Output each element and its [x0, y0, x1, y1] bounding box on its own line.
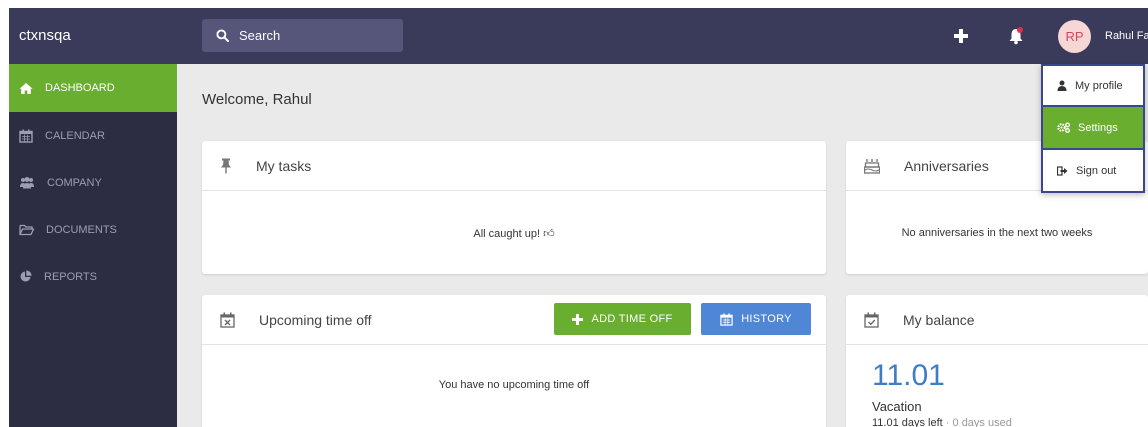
days-used: 0 days used [952, 417, 1012, 427]
add-button[interactable] [950, 25, 972, 47]
user-name[interactable]: Rahul Fa [1105, 8, 1148, 64]
pin-icon [221, 158, 231, 173]
balance-details: 11.01 days left · 0 days used [872, 417, 1012, 427]
timeoff-message: You have no upcoming time off [438, 379, 590, 391]
history-label: HISTORY [741, 313, 792, 325]
sidebar-item-label: CALENDAR [45, 129, 105, 142]
calendar-icon [720, 312, 733, 326]
notifications-button[interactable] [1005, 25, 1027, 47]
sidebar-item-label: REPORTS [44, 270, 97, 283]
menu-item-my-profile[interactable]: My profile [1041, 64, 1145, 107]
user-icon [1057, 80, 1067, 91]
sidebar-item-reports[interactable]: REPORTS [9, 253, 177, 300]
balance-value: 11.01 [872, 359, 945, 392]
tasks-message: All caught up! 👍︎ [473, 228, 555, 240]
balance-card-header: My balance [846, 295, 1148, 345]
menu-item-sign-out[interactable]: Sign out [1041, 150, 1145, 193]
balance-title: My balance [903, 311, 975, 328]
sidebar-item-label: COMPANY [47, 176, 102, 189]
tasks-card: My tasks All caught up! 👍︎ [202, 141, 826, 274]
gears-icon [1057, 122, 1070, 133]
home-icon [19, 82, 33, 94]
tasks-title: My tasks [256, 157, 312, 174]
app-frame: ctxnsqa Search RP Rahul Fa DASHBOARD CAL… [9, 8, 1148, 427]
calendar-x-icon [220, 312, 235, 328]
timeoff-card-header: Upcoming time off ADD TIME OFF HISTORY [202, 295, 826, 345]
tasks-card-header: My tasks [202, 141, 826, 191]
balance-type: Vacation [872, 399, 922, 414]
avatar[interactable]: RP [1058, 20, 1091, 53]
plus-icon [954, 29, 968, 43]
pie-chart-icon [20, 270, 32, 282]
history-button[interactable]: HISTORY [701, 303, 811, 335]
folder-icon [19, 224, 34, 235]
menu-item-label: Settings [1078, 121, 1118, 134]
user-menu-dropdown: My profile Settings Sign out [1041, 64, 1145, 193]
page-title: Welcome, Rahul [202, 91, 312, 108]
brand-name[interactable]: ctxnsqa [19, 8, 71, 64]
sidebar-item-dashboard[interactable]: DASHBOARD [9, 64, 177, 112]
notification-dot [1017, 27, 1023, 33]
sidebar-item-label: DASHBOARD [45, 82, 115, 94]
calendar-check-icon [864, 312, 879, 328]
timeoff-title: Upcoming time off [259, 311, 372, 328]
search-icon [216, 29, 229, 42]
calendar-icon [19, 129, 33, 143]
sign-out-icon [1057, 165, 1068, 176]
menu-item-label: My profile [1075, 79, 1123, 92]
plus-icon [572, 313, 584, 325]
anniversaries-message: No anniversaries in the next two weeks [901, 227, 1093, 239]
anniversaries-title: Anniversaries [904, 157, 989, 174]
days-left: 11.01 days left [872, 417, 943, 427]
search-placeholder: Search [239, 28, 281, 43]
sidebar-item-documents[interactable]: DOCUMENTS [9, 206, 177, 253]
add-time-off-button[interactable]: ADD TIME OFF [554, 303, 691, 335]
users-icon [20, 177, 34, 189]
sidebar-item-company[interactable]: COMPANY [9, 159, 177, 206]
search-input[interactable]: Search [202, 19, 403, 52]
timeoff-card: Upcoming time off ADD TIME OFF HISTORY Y… [202, 295, 826, 427]
menu-item-label: Sign out [1076, 164, 1117, 177]
top-bar: ctxnsqa Search RP Rahul Fa [9, 8, 1148, 64]
sidebar-item-calendar[interactable]: CALENDAR [9, 112, 177, 159]
separator: · [942, 417, 953, 427]
window-top-strip [0, 0, 1148, 8]
cake-icon [864, 158, 880, 174]
bell-icon [1009, 27, 1023, 45]
balance-card: My balance 11.01 Vacation 11.01 days lef… [846, 295, 1148, 427]
sidebar: DASHBOARD CALENDAR COMPANY DOCUMENTS REP… [9, 64, 177, 427]
sidebar-item-label: DOCUMENTS [46, 223, 117, 236]
add-time-off-label: ADD TIME OFF [591, 313, 673, 325]
menu-item-settings[interactable]: Settings [1041, 107, 1145, 150]
